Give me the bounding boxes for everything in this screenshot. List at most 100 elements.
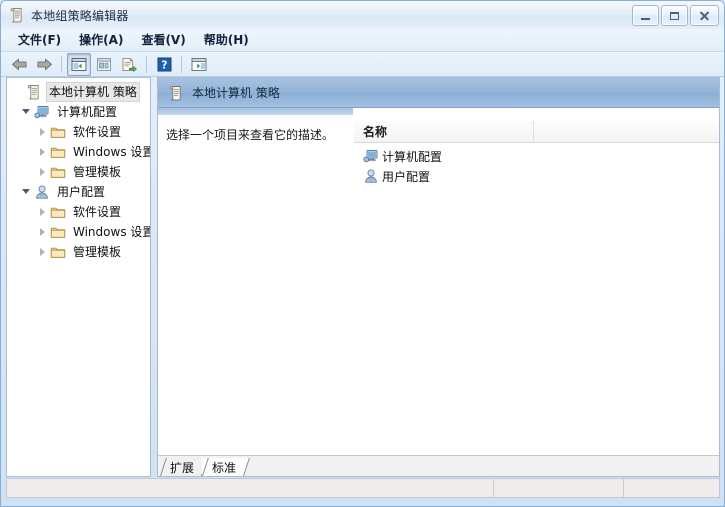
policy-scroll-icon <box>9 7 25 23</box>
back-button[interactable] <box>7 53 31 76</box>
tree-node-software-settings-user[interactable]: 软件设置 <box>7 202 150 222</box>
tree-node-label: 用户配置 <box>54 182 108 202</box>
tree-node-label: Windows 设置 <box>70 142 151 162</box>
show-hide-action-pane-button[interactable] <box>187 53 211 76</box>
item-list-column: 名称 <box>353 108 719 455</box>
tree-node-administrative-templates-computer[interactable]: 管理模板 <box>7 162 150 182</box>
expander-closed-icon[interactable] <box>37 166 49 178</box>
tree-node-label: 本地计算机 策略 <box>46 82 140 102</box>
status-cell-message <box>7 479 494 497</box>
tree-node-label: 管理模板 <box>70 242 124 262</box>
close-icon <box>699 10 710 21</box>
console-tree: 本地计算机 策略 计算机配置 <box>7 78 150 262</box>
list-item[interactable]: 用户配置 <box>354 166 719 186</box>
console-tree-pane[interactable]: 本地计算机 策略 计算机配置 <box>6 77 151 477</box>
forward-button[interactable] <box>32 53 56 76</box>
status-cell-tertiary <box>624 479 719 497</box>
client-area: 本地计算机 策略 计算机配置 <box>6 77 720 477</box>
svg-text:?: ? <box>161 59 167 71</box>
minimize-button[interactable] <box>632 5 659 26</box>
maximize-button[interactable] <box>661 5 688 26</box>
maximize-icon <box>670 12 679 20</box>
expander-closed-icon[interactable] <box>37 246 49 258</box>
properties-icon <box>96 57 112 72</box>
show-hide-tree-button[interactable] <box>67 53 91 76</box>
tree-node-label: 管理模板 <box>70 162 124 182</box>
tab-extended[interactable]: 扩展 <box>160 458 202 476</box>
tree-node-software-settings-computer[interactable]: 软件设置 <box>7 122 150 142</box>
show-hide-tree-icon <box>71 57 87 72</box>
tree-node-local-computer-policy[interactable]: 本地计算机 策略 <box>7 82 150 102</box>
tree-node-windows-settings-user[interactable]: Windows 设置 <box>7 222 150 242</box>
tree-node-computer-configuration[interactable]: 计算机配置 <box>7 102 150 122</box>
help-icon: ? <box>157 57 172 72</box>
policy-scroll-icon <box>26 84 42 100</box>
expander-open-icon[interactable] <box>21 106 33 118</box>
show-hide-action-pane-icon <box>191 57 207 72</box>
folder-icon <box>50 124 66 140</box>
expander-closed-icon[interactable] <box>37 226 49 238</box>
forward-arrow-icon <box>36 57 53 72</box>
column-name[interactable]: 名称 <box>354 121 534 142</box>
description-text: 选择一个项目来查看它的描述。 <box>166 127 334 143</box>
expander-closed-icon[interactable] <box>37 126 49 138</box>
tree-node-administrative-templates-user[interactable]: 管理模板 <box>7 242 150 262</box>
tree-node-user-configuration[interactable]: 用户配置 <box>7 182 150 202</box>
back-arrow-icon <box>11 57 28 72</box>
app-window: 本地组策略编辑器 文件(F) 操作(A) 查看(V) 帮助(H) <box>0 0 725 507</box>
list-rows: 计算机配置 用户配置 <box>354 143 719 455</box>
description-column: 选择一个项目来查看它的描述。 <box>158 108 353 455</box>
list-item[interactable]: 计算机配置 <box>354 146 719 166</box>
expander-open-icon[interactable] <box>21 186 33 198</box>
close-button[interactable] <box>690 5 719 26</box>
menu-bar: 文件(F) 操作(A) 查看(V) 帮助(H) <box>1 29 724 52</box>
tab-standard-label: 标准 <box>212 459 236 476</box>
properties-button[interactable] <box>92 53 116 76</box>
window-controls <box>632 5 719 26</box>
help-button[interactable]: ? <box>152 53 176 76</box>
status-cell-secondary <box>494 479 624 497</box>
computer-icon <box>363 148 379 164</box>
toolbar-separator-3 <box>181 56 182 73</box>
export-list-button[interactable] <box>117 53 141 76</box>
folder-icon <box>50 164 66 180</box>
description-tab-strip <box>158 108 353 116</box>
menu-action[interactable]: 操作(A) <box>70 29 132 51</box>
title-bar[interactable]: 本地组策略编辑器 <box>1 1 724 29</box>
tree-node-label: 软件设置 <box>70 202 124 222</box>
export-list-icon <box>121 57 137 72</box>
column-blank[interactable] <box>534 121 719 142</box>
folder-icon <box>50 144 66 160</box>
toolbar-separator-2 <box>146 56 147 73</box>
details-pane-body: 选择一个项目来查看它的描述。 名称 <box>158 108 719 455</box>
details-pane: 本地计算机 策略 选择一个项目来查看它的描述。 名称 <box>157 77 720 477</box>
tree-node-label: 软件设置 <box>70 122 124 142</box>
tree-node-windows-settings-computer[interactable]: Windows 设置 <box>7 142 150 162</box>
tab-standard[interactable]: 标准 <box>202 458 244 476</box>
menu-help[interactable]: 帮助(H) <box>195 29 258 51</box>
menu-view[interactable]: 查看(V) <box>132 29 194 51</box>
folder-icon <box>50 244 66 260</box>
list-item-label: 计算机配置 <box>382 148 442 165</box>
policy-scroll-icon <box>168 85 184 101</box>
tab-extended-label: 扩展 <box>170 459 194 476</box>
folder-icon <box>50 224 66 240</box>
window-title: 本地组策略编辑器 <box>31 7 129 24</box>
folder-icon <box>50 204 66 220</box>
expander-closed-icon[interactable] <box>37 206 49 218</box>
list-column-headers: 名称 <box>354 121 719 143</box>
status-bar <box>6 478 720 498</box>
view-tab-strip: 扩展 标准 <box>158 455 719 476</box>
user-icon <box>363 168 379 184</box>
minimize-icon <box>641 18 650 20</box>
details-pane-header: 本地计算机 策略 <box>158 78 719 108</box>
toolbar: ? <box>1 52 724 77</box>
details-pane-title: 本地计算机 策略 <box>192 84 280 101</box>
list-item-label: 用户配置 <box>382 168 430 185</box>
expander-closed-icon[interactable] <box>37 146 49 158</box>
user-icon <box>34 184 50 200</box>
tree-node-label: Windows 设置 <box>70 222 151 242</box>
menu-file[interactable]: 文件(F) <box>9 29 70 51</box>
tree-node-label: 计算机配置 <box>54 102 120 122</box>
toolbar-separator <box>61 56 62 73</box>
